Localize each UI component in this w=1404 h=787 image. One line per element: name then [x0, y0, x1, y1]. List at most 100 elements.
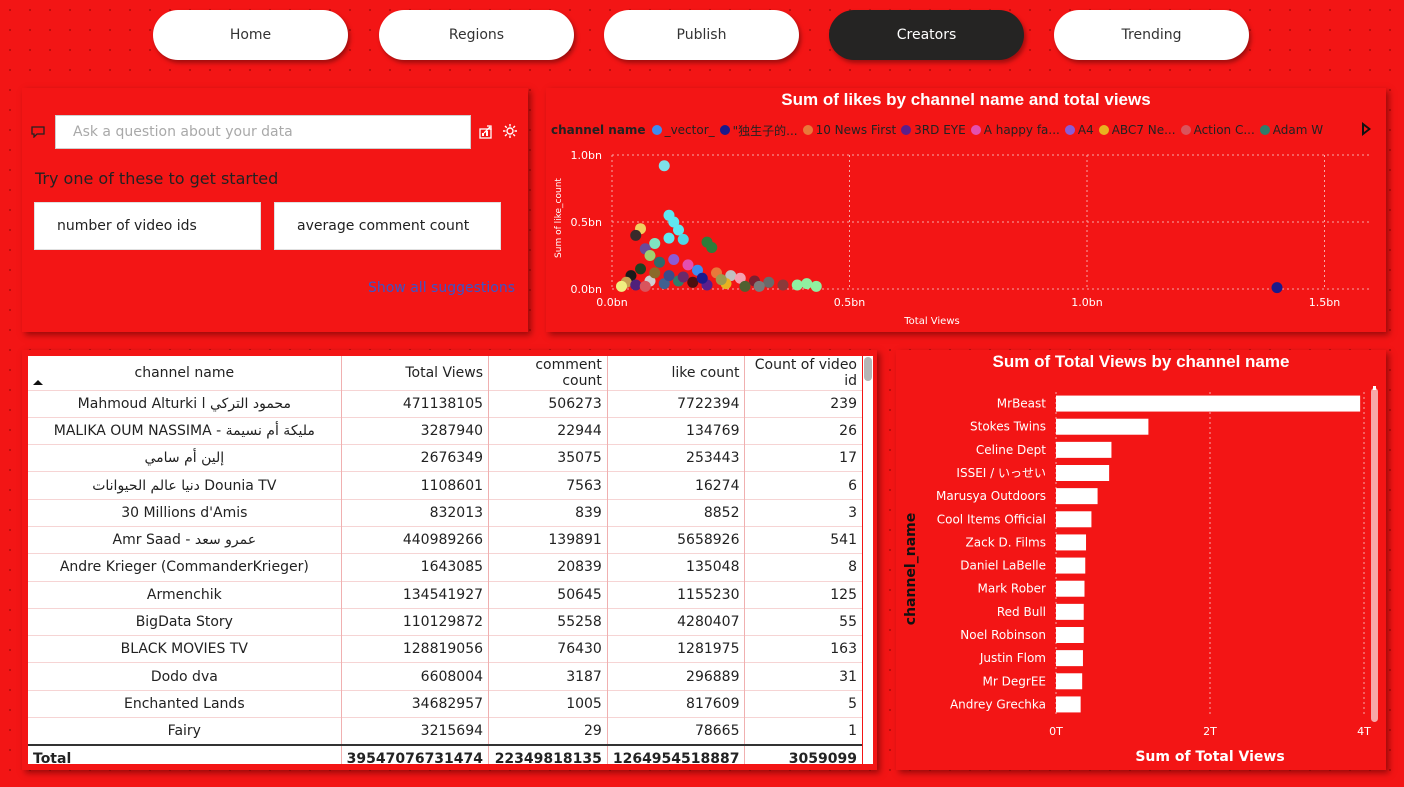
- scatter-point[interactable]: [706, 241, 718, 253]
- y-tick-label: 0.5bn: [571, 216, 602, 229]
- scatter-point[interactable]: [663, 270, 675, 282]
- scatter-point[interactable]: [649, 267, 661, 279]
- scatter-point[interactable]: [677, 233, 689, 245]
- suggestion-number-of-video-ids[interactable]: number of video ids: [34, 202, 261, 250]
- scatter-point[interactable]: [682, 259, 694, 271]
- table-row[interactable]: BLACK MOVIES TV 128819056 76430 1281975 163: [28, 635, 862, 663]
- like-count-cell: 253443: [606, 444, 745, 472]
- sort-ascending-icon[interactable]: [33, 379, 43, 386]
- table-visual: channel name Total Views comment count l…: [22, 350, 877, 770]
- scatter-point[interactable]: [791, 279, 803, 291]
- bar[interactable]: [1056, 511, 1092, 528]
- scatter-point[interactable]: [801, 278, 813, 290]
- x-tick-label: 4T: [1357, 725, 1371, 738]
- x-axis-label: Total Views: [903, 316, 959, 327]
- table-scrollbar[interactable]: [863, 356, 873, 764]
- x-tick-label: 0T: [1049, 725, 1063, 738]
- bar-plot-area: 0T 2T 4T MrBeast Stokes Twins Celine Dept ISSE…: [903, 386, 1378, 765]
- table-scrollbar-thumb[interactable]: [864, 357, 872, 381]
- bar-chart-scrollbar[interactable]: [1371, 388, 1378, 722]
- bar[interactable]: [1056, 465, 1110, 481]
- video-id-count-cell: 8: [744, 553, 862, 582]
- table-row[interactable]: Mahmoud Alturki l محمود التركي 471138105 5…: [28, 389, 862, 418]
- bar[interactable]: [1056, 580, 1085, 597]
- bar-category-label: ISSEI / いっせい: [956, 466, 1046, 480]
- bar[interactable]: [1056, 534, 1087, 551]
- like-count-cell: 8852: [606, 498, 745, 527]
- table-row[interactable]: Andre Krieger (CommanderKrieger) 1643085 2…: [28, 553, 862, 582]
- nav-trending-button[interactable]: Trending: [1054, 10, 1249, 60]
- channel-name-cell: دنيا عالم الحيوانات Dounia TV: [28, 471, 342, 500]
- scatter-point[interactable]: [635, 263, 646, 275]
- scatter-point[interactable]: [630, 229, 642, 241]
- qa-question-input[interactable]: [55, 115, 471, 149]
- channel-name-cell: Fairy: [28, 717, 342, 745]
- gear-icon[interactable]: [501, 122, 519, 140]
- bar[interactable]: [1056, 650, 1083, 667]
- total-views-cell: 440989266: [340, 525, 489, 554]
- nav-creators-button[interactable]: Creators: [829, 10, 1024, 60]
- column-header-channel-name[interactable]: channel name: [28, 356, 341, 390]
- bar-category-label: Stokes Twins: [970, 420, 1046, 434]
- scatter-point[interactable]: [739, 280, 751, 292]
- bar[interactable]: [1056, 673, 1083, 690]
- scatter-point[interactable]: [630, 279, 642, 291]
- scatter-point[interactable]: [687, 276, 699, 288]
- scatter-point[interactable]: [668, 254, 680, 266]
- bar[interactable]: [1056, 488, 1098, 505]
- bar[interactable]: [1056, 557, 1086, 574]
- column-header-count-of-video-id[interactable]: Count of video id: [744, 356, 862, 390]
- scatter-point[interactable]: [658, 160, 670, 172]
- bar-chart-scrollbar-thumb[interactable]: [1373, 386, 1376, 390]
- scatter-point[interactable]: [696, 272, 708, 284]
- convert-to-visual-icon[interactable]: [478, 122, 496, 140]
- scatter-point[interactable]: [677, 271, 689, 283]
- channel-name-cell: إلين أم سامي: [28, 444, 342, 472]
- scatter-point[interactable]: [644, 250, 656, 261]
- table-row[interactable]: Amr Saad - عمرو سعد 440989266 139891 565892…: [28, 525, 862, 554]
- suggestion-average-comment-count[interactable]: average comment count: [274, 202, 501, 250]
- table-row[interactable]: Dodo dva 6608004 3187 296889 31: [28, 662, 862, 691]
- scatter-point[interactable]: [654, 256, 665, 268]
- column-header-like-count[interactable]: like count: [606, 356, 745, 390]
- table-row[interactable]: إلين أم سامي 2676349 35075 253443 17: [28, 444, 862, 472]
- nav-publish-button[interactable]: Publish: [604, 10, 799, 60]
- bar[interactable]: [1056, 418, 1149, 435]
- comment-count-cell: 3187: [488, 662, 608, 691]
- qa-hint-text: Try one of these to get started: [35, 169, 279, 188]
- scatter-point[interactable]: [616, 280, 627, 292]
- show-all-suggestions-link[interactable]: Show all suggestions: [368, 280, 515, 296]
- scatter-point[interactable]: [639, 280, 651, 292]
- bar[interactable]: [1056, 627, 1084, 643]
- total-views-cell: 128819056: [340, 635, 489, 663]
- column-header-comment-count[interactable]: comment count: [488, 356, 608, 390]
- scatter-point[interactable]: [715, 274, 727, 286]
- scatter-point[interactable]: [753, 280, 765, 292]
- scatter-point[interactable]: [673, 224, 684, 236]
- bar[interactable]: [1056, 441, 1112, 458]
- nav-regions-button[interactable]: Regions: [379, 10, 574, 60]
- bar[interactable]: [1056, 696, 1081, 713]
- like-count-cell: 4280407: [606, 607, 745, 636]
- scatter-point[interactable]: [649, 237, 661, 249]
- nav-home-button[interactable]: Home: [153, 10, 348, 60]
- table-row[interactable]: 30 Millions d'Amis 832013 839 8852 3: [28, 498, 862, 527]
- bar-category-label: MrBeast: [997, 397, 1047, 411]
- column-header-total-views[interactable]: Total Views: [340, 356, 489, 390]
- scatter-point[interactable]: [1271, 282, 1283, 294]
- total-views-cell: 134541927: [340, 580, 489, 609]
- scatter-point[interactable]: [777, 279, 789, 291]
- table-row[interactable]: MALIKA OUM NASSIMA - مليكة أم نسيمة 32879…: [28, 416, 862, 445]
- scatter-point[interactable]: [663, 232, 675, 244]
- table-row[interactable]: دنيا عالم الحيوانات Dounia TV 1108601 7563…: [28, 471, 862, 500]
- bar[interactable]: [1056, 603, 1084, 620]
- y-tick-label: 0.0bn: [571, 283, 602, 296]
- table-row[interactable]: Enchanted Lands 34682957 1005 817609 5: [28, 689, 862, 718]
- table-row[interactable]: BigData Story 110129872 55258 4280407 55: [28, 607, 862, 636]
- bar[interactable]: [1056, 395, 1361, 412]
- table-row[interactable]: Fairy 3215694 29 78665 1: [28, 717, 862, 745]
- table-row[interactable]: Armenchik 134541927 50645 1155230 125: [28, 580, 862, 609]
- scatter-point[interactable]: [763, 276, 775, 288]
- video-id-count-cell: 26: [744, 416, 862, 445]
- scatter-point[interactable]: [810, 280, 822, 292]
